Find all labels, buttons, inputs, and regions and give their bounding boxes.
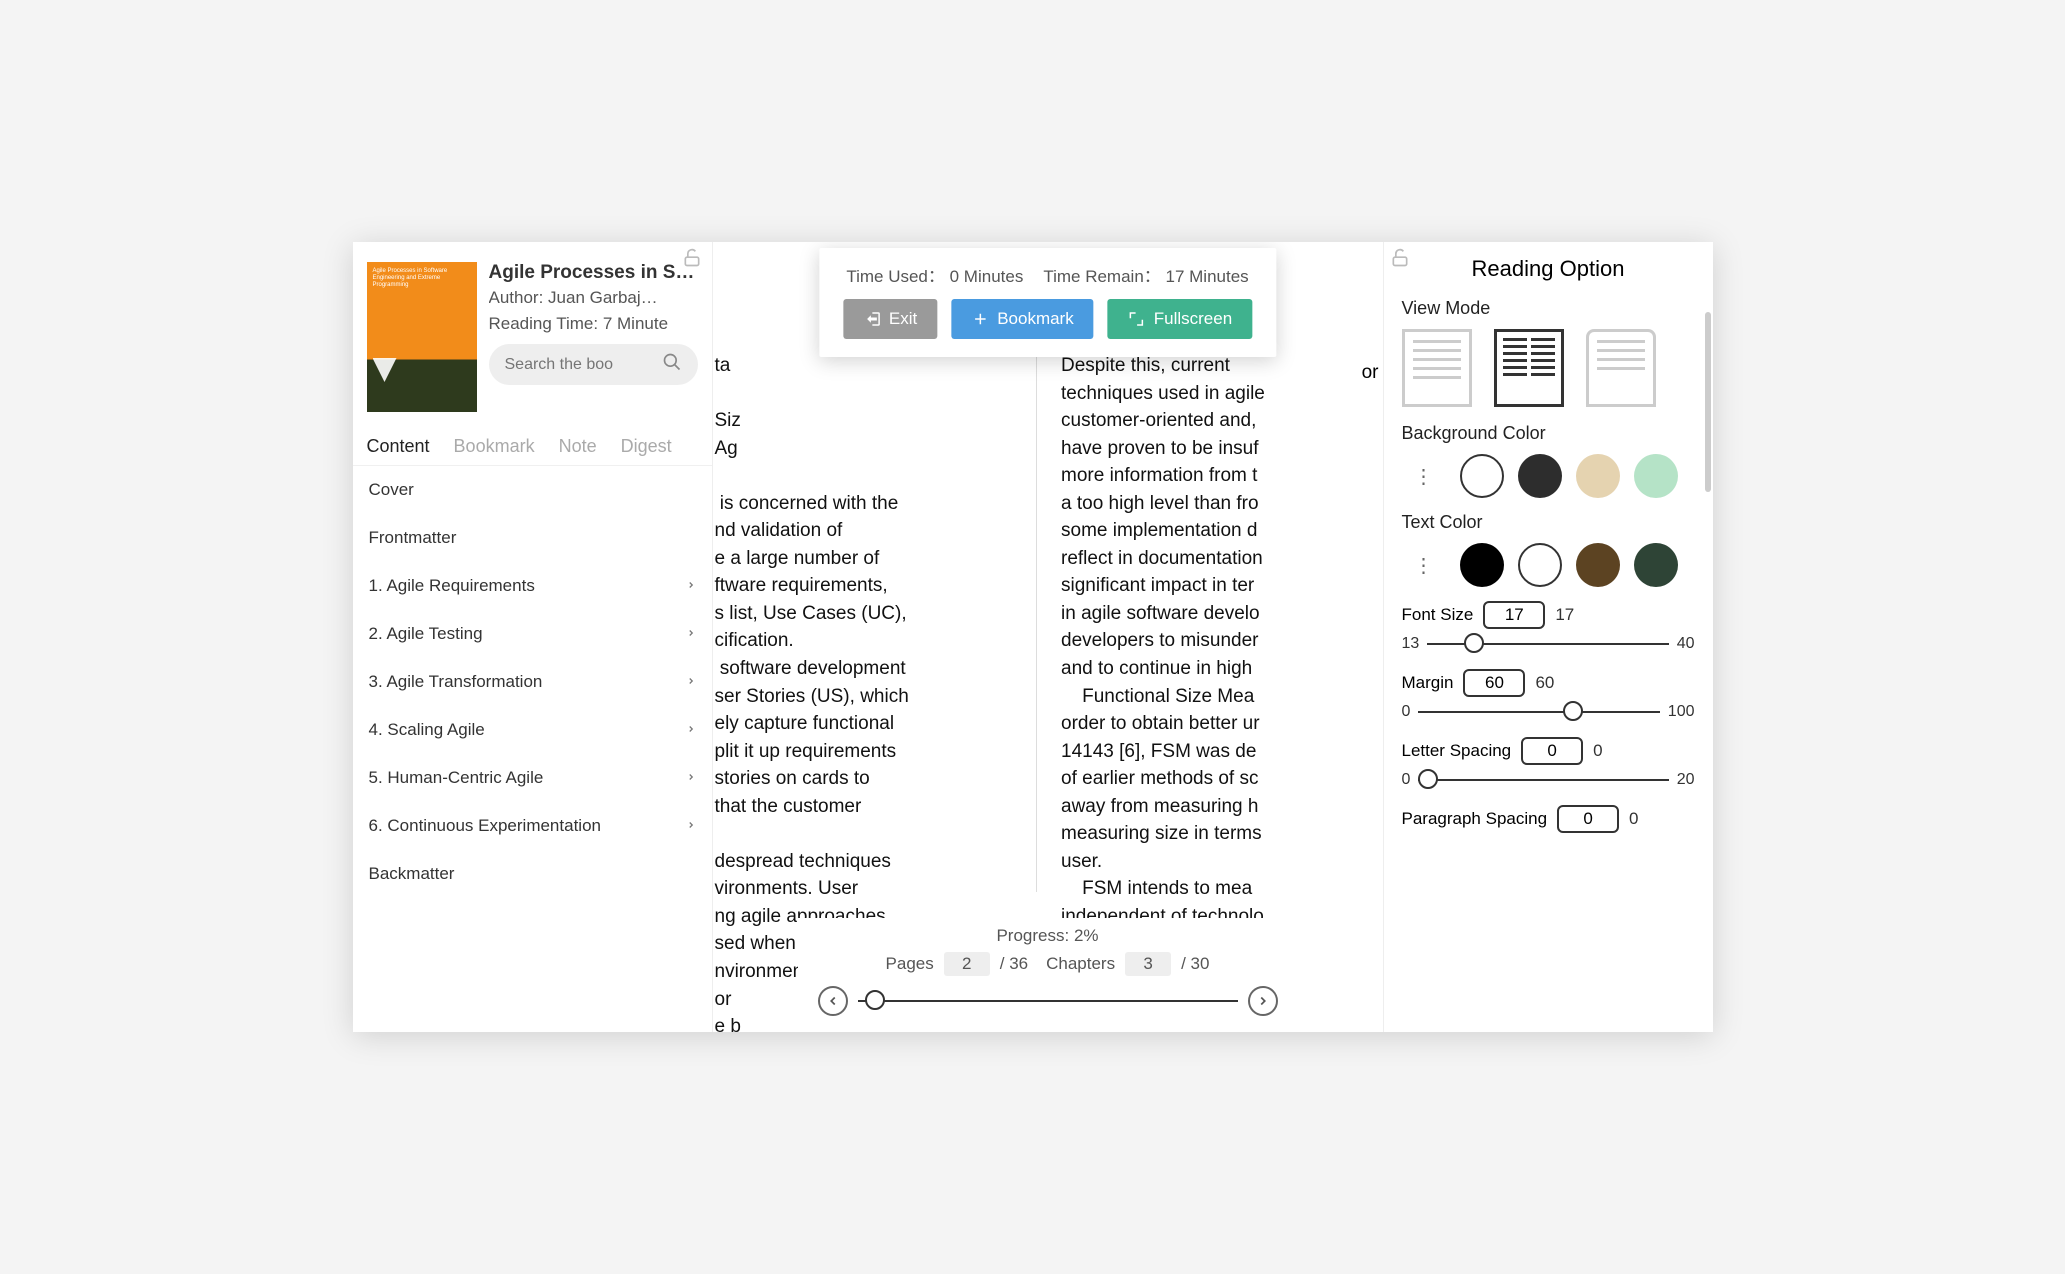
chapter-total: / 30 [1181,954,1209,974]
more-bg-colors[interactable]: ⋮ [1402,454,1446,498]
pages-label: Pages [886,954,934,974]
fullscreen-button[interactable]: Fullscreen [1108,299,1252,339]
chevron-right-icon [686,626,696,643]
toc-item[interactable]: 1. Agile Requirements [353,562,712,610]
tab-content[interactable]: Content [367,436,430,457]
toc-item[interactable]: 6. Continuous Experimentation [353,802,712,850]
toc-item[interactable]: 2. Agile Testing [353,610,712,658]
options-title: Reading Option [1402,256,1695,282]
text-swatch[interactable] [1576,543,1620,587]
exit-icon [863,310,881,328]
chevron-left-icon [826,994,840,1008]
view-mode-single[interactable] [1402,329,1472,407]
sidebar-tabs: Content Bookmark Note Digest [353,422,712,466]
book-info: Agile Processes in Software Engineering … [353,252,712,422]
chevron-right-icon [686,578,696,595]
chevron-right-icon [686,722,696,739]
time-used-value: 0 Minutes [950,267,1024,286]
chapters-label: Chapters [1046,954,1115,974]
progress-slider[interactable] [858,1000,1238,1002]
view-mode-label: View Mode [1402,298,1695,319]
chevron-right-icon [686,770,696,787]
bg-swatch[interactable] [1576,454,1620,498]
reader-topbar: Time Used： 0 Minutes Time Remain： 17 Min… [819,248,1276,357]
bg-color-label: Background Color [1402,423,1695,444]
plus-icon [971,310,989,328]
prev-page-button[interactable] [818,986,848,1016]
text-swatch[interactable] [1518,543,1562,587]
para-spacing-echo: 0 [1629,809,1638,829]
book-title: Agile Processes in S… [489,262,698,284]
toc-item[interactable]: 5. Human-Centric Agile [353,754,712,802]
toc-item[interactable]: Frontmatter [353,514,712,562]
chapter-current[interactable]: 3 [1125,952,1171,976]
page-current[interactable]: 2 [944,952,990,976]
letter-spacing-label: Letter Spacing [1402,741,1512,761]
sidebar: Agile Processes in Software Engineering … [353,242,713,1032]
font-size-label: Font Size [1402,605,1474,625]
reading-options: Reading Option View Mode Background Colo… [1383,242,1713,1032]
chevron-right-icon [686,818,696,835]
reading-time: Reading Time: 7 Minute [489,314,698,334]
font-size-echo: 17 [1555,605,1574,625]
margin-slider[interactable] [1418,711,1659,713]
bg-swatch[interactable] [1634,454,1678,498]
search-input[interactable] [505,356,662,374]
toc-item[interactable]: 3. Agile Transformation [353,658,712,706]
scrollbar[interactable] [1705,312,1711,492]
toc-item[interactable]: Cover [353,466,712,514]
tab-digest[interactable]: Digest [621,436,672,457]
exit-button[interactable]: Exit [843,299,937,339]
chevron-right-icon [1256,994,1270,1008]
next-page-button[interactable] [1248,986,1278,1016]
tab-bookmark[interactable]: Bookmark [454,436,535,457]
margin-input[interactable] [1463,669,1525,697]
progress-panel: Progress: 2% Pages 2 / 36 Chapters 3 / 3… [798,918,1298,1028]
unlock-icon[interactable] [682,248,702,274]
margin-echo: 60 [1535,673,1554,693]
app-window: Agile Processes in Software Engineering … [353,242,1713,1032]
letter-spacing-input[interactable] [1521,737,1583,765]
progress-label: Progress: 2% [818,926,1278,946]
tab-note[interactable]: Note [559,436,597,457]
chevron-right-icon [686,674,696,691]
cutoff-text: or [1362,362,1379,384]
toc-list: CoverFrontmatter1. Agile Requirements2. … [353,466,712,1022]
para-spacing-label: Paragraph Spacing [1402,809,1548,829]
time-used-label: Time Used： [846,267,945,286]
search-box[interactable] [489,344,698,385]
toc-item[interactable]: 4. Scaling Agile [353,706,712,754]
bg-swatch[interactable] [1460,454,1504,498]
reader-area: ta Siz Ag is concerned with the nd valid… [713,242,1383,1032]
page-total: / 36 [1000,954,1028,974]
time-remain-value: 17 Minutes [1166,267,1249,286]
bookmark-button[interactable]: Bookmark [951,299,1094,339]
time-remain-label: Time Remain： [1043,267,1160,286]
view-mode-double[interactable] [1494,329,1564,407]
para-spacing-input[interactable] [1557,805,1619,833]
letter-spacing-echo: 0 [1593,741,1602,761]
unlock-icon[interactable] [1390,248,1410,274]
view-mode-scroll[interactable] [1586,329,1656,407]
text-swatches: ⋮ [1402,543,1695,587]
bg-swatch[interactable] [1518,454,1562,498]
search-icon [662,352,682,377]
book-author: Author: Juan Garbaj… [489,288,698,308]
more-text-colors[interactable]: ⋮ [1402,543,1446,587]
font-size-slider[interactable] [1427,643,1668,645]
letter-spacing-slider[interactable] [1418,779,1668,781]
margin-label: Margin [1402,673,1454,693]
text-swatch[interactable] [1460,543,1504,587]
fullscreen-icon [1128,310,1146,328]
bg-swatches: ⋮ [1402,454,1695,498]
text-swatch[interactable] [1634,543,1678,587]
toc-item[interactable]: Backmatter [353,850,712,898]
font-size-input[interactable] [1483,601,1545,629]
text-color-label: Text Color [1402,512,1695,533]
book-cover[interactable]: Agile Processes in Software Engineering … [367,262,477,412]
